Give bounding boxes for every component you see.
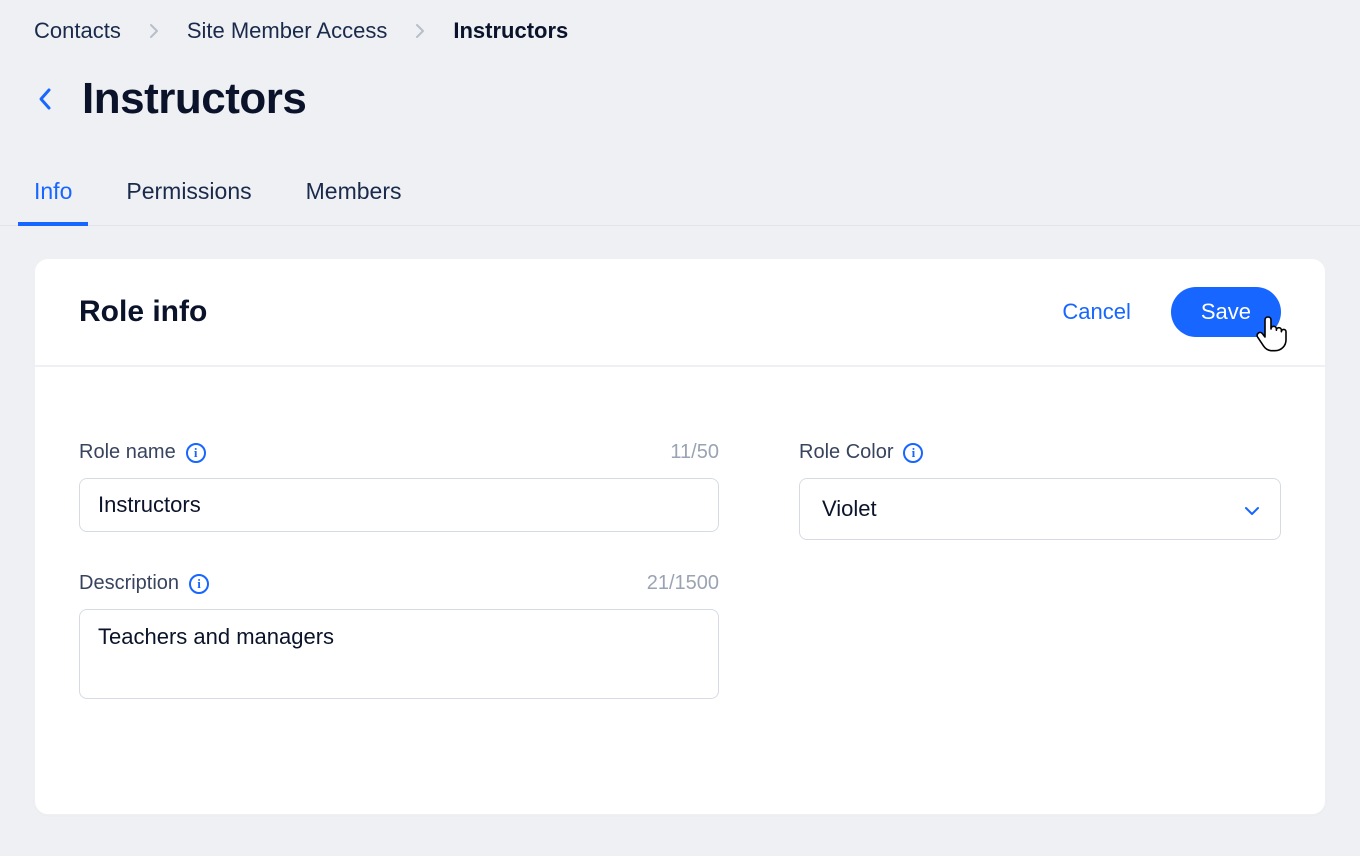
role-info-card: Role info Cancel Save Role name i 11/50 <box>34 258 1326 815</box>
card-actions: Cancel Save <box>1062 287 1281 337</box>
tab-members[interactable]: Members <box>306 178 402 225</box>
breadcrumb-item-site-member-access[interactable]: Site Member Access <box>187 18 388 44</box>
role-name-label: Role name i <box>79 441 206 464</box>
role-color-field: Role Color i Violet <box>799 441 1281 540</box>
page-title: Instructors <box>82 74 306 124</box>
breadcrumb-item-current: Instructors <box>453 18 568 44</box>
breadcrumb-item-contacts[interactable]: Contacts <box>34 18 121 44</box>
save-button[interactable]: Save <box>1171 287 1281 337</box>
chevron-down-icon <box>1244 496 1260 522</box>
description-input[interactable] <box>79 609 719 699</box>
cancel-button[interactable]: Cancel <box>1062 299 1130 325</box>
left-column: Role name i 11/50 Description i 21/1500 <box>79 441 719 744</box>
tab-info[interactable]: Info <box>34 178 72 225</box>
right-column: Role Color i Violet <box>799 441 1281 744</box>
info-icon[interactable]: i <box>903 443 923 463</box>
description-field: Description i 21/1500 <box>79 572 719 704</box>
page-title-row: Instructors <box>0 44 1360 124</box>
breadcrumb: Contacts Site Member Access Instructors <box>0 18 1360 44</box>
info-icon[interactable]: i <box>186 443 206 463</box>
chevron-right-icon <box>149 23 159 39</box>
role-name-field: Role name i 11/50 <box>79 441 719 532</box>
chevron-right-icon <box>415 23 425 39</box>
role-color-label: Role Color i <box>799 441 923 464</box>
card-header: Role info Cancel Save <box>35 259 1325 367</box>
tabs: Info Permissions Members <box>0 124 1360 226</box>
card-heading: Role info <box>79 295 207 329</box>
card-body: Role name i 11/50 Description i 21/1500 <box>35 367 1325 814</box>
back-button[interactable] <box>34 88 56 110</box>
role-color-select[interactable]: Violet <box>799 478 1281 540</box>
role-name-input[interactable] <box>79 478 719 532</box>
description-counter: 21/1500 <box>647 572 719 595</box>
role-name-counter: 11/50 <box>670 441 719 464</box>
tab-permissions[interactable]: Permissions <box>126 178 251 225</box>
info-icon[interactable]: i <box>189 574 209 594</box>
role-color-value: Violet <box>822 496 877 522</box>
description-label: Description i <box>79 572 209 595</box>
